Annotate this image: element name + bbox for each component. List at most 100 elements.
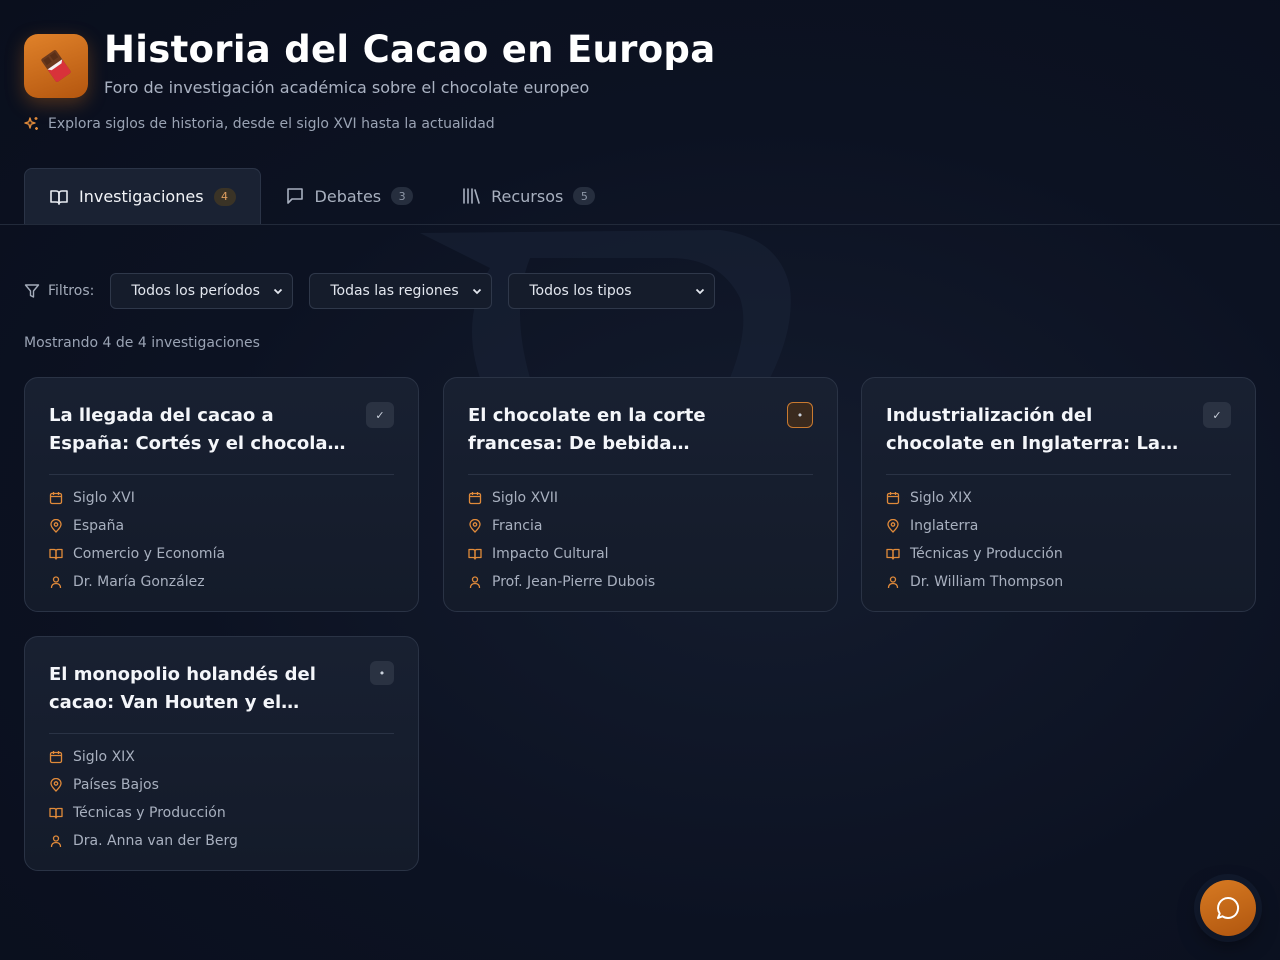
- card-divider: [49, 474, 394, 475]
- chevron-down-icon: [473, 288, 482, 295]
- user-icon: [887, 576, 899, 589]
- card-author: Dr. William Thompson: [886, 568, 1231, 596]
- card-author-text: Dr. María González: [73, 574, 205, 590]
- map-pin-icon: [50, 778, 62, 792]
- card-category-text: Técnicas y Producción: [73, 805, 226, 821]
- status-badge: •: [370, 661, 394, 685]
- calendar-icon: [886, 492, 900, 505]
- filters-bar: Filtros: Todos los períodos Todas las re…: [24, 273, 716, 309]
- user-icon: [50, 576, 62, 589]
- card-author-text: Dra. Anna van der Berg: [73, 833, 238, 849]
- region-select[interactable]: Todas las regiones: [309, 273, 493, 309]
- region-select-value: Todas las regiones: [330, 283, 459, 299]
- message-square-icon: [286, 188, 303, 204]
- research-card[interactable]: El chocolate en la corte francesa: De be…: [443, 377, 838, 612]
- map-pin-icon: [887, 519, 899, 533]
- card-region: Países Bajos: [49, 771, 394, 799]
- card-category-text: Comercio y Economía: [73, 546, 226, 562]
- period-select[interactable]: Todos los períodos: [110, 273, 294, 309]
- card-period-text: Siglo XIX: [910, 490, 972, 506]
- map-pin-icon: [469, 519, 481, 533]
- card-region-text: España: [73, 518, 125, 534]
- card-category: Impacto Cultural: [468, 540, 813, 568]
- card-divider: [886, 474, 1231, 475]
- card-author: Prof. Jean-Pierre Dubois: [468, 568, 813, 596]
- card-region-text: Inglaterra: [910, 518, 979, 534]
- research-card[interactable]: El monopolio holandés del cacao: Van Hou…: [24, 636, 419, 871]
- card-title: El monopolio holandés del cacao: Van Hou…: [49, 664, 316, 713]
- user-icon: [50, 835, 62, 848]
- card-author-text: Dr. William Thompson: [910, 574, 1064, 590]
- status-badge: •: [787, 402, 813, 428]
- map-pin-icon: [50, 519, 62, 533]
- status-badge: ✓: [366, 402, 394, 428]
- tagline: Explora siglos de historia, desde el sig…: [24, 116, 495, 132]
- tab-investigaciones[interactable]: Investigaciones 4: [24, 168, 261, 224]
- filter-icon: [24, 284, 40, 298]
- type-select-value: Todos los tipos: [529, 283, 632, 299]
- chevron-down-icon: [696, 288, 705, 295]
- card-author: Dr. María González: [49, 568, 394, 596]
- card-author: Dra. Anna van der Berg: [49, 827, 394, 855]
- card-category: Técnicas y Producción: [49, 799, 394, 827]
- library-icon: [463, 188, 480, 204]
- tab-label: Investigaciones: [79, 187, 204, 206]
- card-period: Siglo XIX: [886, 484, 1231, 512]
- card-region: Inglaterra: [886, 512, 1231, 540]
- tagline-text: Explora siglos de historia, desde el sig…: [48, 116, 495, 132]
- card-category: Comercio y Economía: [49, 540, 394, 568]
- card-period-text: Siglo XVI: [73, 490, 135, 506]
- card-meta: Siglo XVI España Comercio y Economía Dr.…: [49, 484, 394, 596]
- period-select-value: Todos los períodos: [131, 283, 260, 299]
- card-period: Siglo XVI: [49, 484, 394, 512]
- card-meta: Siglo XVII Francia Impacto Cultural Prof…: [468, 484, 813, 596]
- card-title: La llegada del cacao a España: Cortés y …: [49, 405, 346, 454]
- card-title: Industrialización del chocolate en Ingla…: [886, 405, 1179, 454]
- tab-count-badge: 4: [213, 187, 236, 206]
- card-category-text: Técnicas y Producción: [910, 546, 1063, 562]
- card-period-text: Siglo XVII: [492, 490, 558, 506]
- card-title: El chocolate en la corte francesa: De be…: [468, 405, 706, 454]
- tab-label: Recursos: [491, 186, 564, 206]
- card-meta: Siglo XIX Países Bajos Técnicas y Produc…: [49, 743, 394, 855]
- chat-button[interactable]: [1200, 880, 1256, 936]
- filters-label: Filtros:: [24, 283, 94, 299]
- tabs-divider: [0, 224, 1280, 225]
- message-circle-icon: [1217, 896, 1240, 919]
- card-period: Siglo XVII: [468, 484, 813, 512]
- tab-debates[interactable]: Debates 3: [261, 168, 438, 224]
- card-category: Técnicas y Producción: [886, 540, 1231, 568]
- book-open-icon: [49, 548, 63, 560]
- card-period-text: Siglo XIX: [73, 749, 135, 765]
- card-region-text: Países Bajos: [73, 777, 159, 793]
- results-count: Mostrando 4 de 4 investigaciones: [24, 335, 260, 351]
- status-badge: ✓: [1203, 402, 1231, 428]
- card-divider: [468, 474, 813, 475]
- calendar-icon: [49, 751, 63, 764]
- research-card[interactable]: Industrialización del chocolate en Ingla…: [861, 377, 1256, 612]
- book-open-icon: [886, 548, 900, 560]
- book-open-icon: [468, 548, 482, 560]
- user-icon: [469, 576, 481, 589]
- calendar-icon: [49, 492, 63, 505]
- page-subtitle: Foro de investigación académica sobre el…: [104, 78, 590, 97]
- tab-recursos[interactable]: Recursos 5: [437, 168, 619, 224]
- type-select[interactable]: Todos los tipos: [508, 273, 716, 309]
- calendar-icon: [468, 492, 482, 505]
- chocolate-bar-icon: [24, 34, 88, 98]
- tab-count-badge: 3: [391, 187, 414, 205]
- tab-label: Debates: [314, 186, 382, 206]
- tab-bar: Investigaciones 4 Debates 3 Recursos 5: [24, 168, 619, 224]
- book-open-icon: [50, 189, 68, 205]
- sparkles-icon: [24, 117, 38, 130]
- filters-label-text: Filtros:: [48, 283, 95, 299]
- research-card[interactable]: La llegada del cacao a España: Cortés y …: [24, 377, 419, 612]
- book-open-icon: [49, 807, 63, 819]
- card-region: Francia: [468, 512, 813, 540]
- card-divider: [49, 733, 394, 734]
- card-region: España: [49, 512, 394, 540]
- tab-count-badge: 5: [573, 187, 596, 205]
- card-period: Siglo XIX: [49, 743, 394, 771]
- chevron-down-icon: [274, 288, 283, 295]
- card-region-text: Francia: [492, 518, 543, 534]
